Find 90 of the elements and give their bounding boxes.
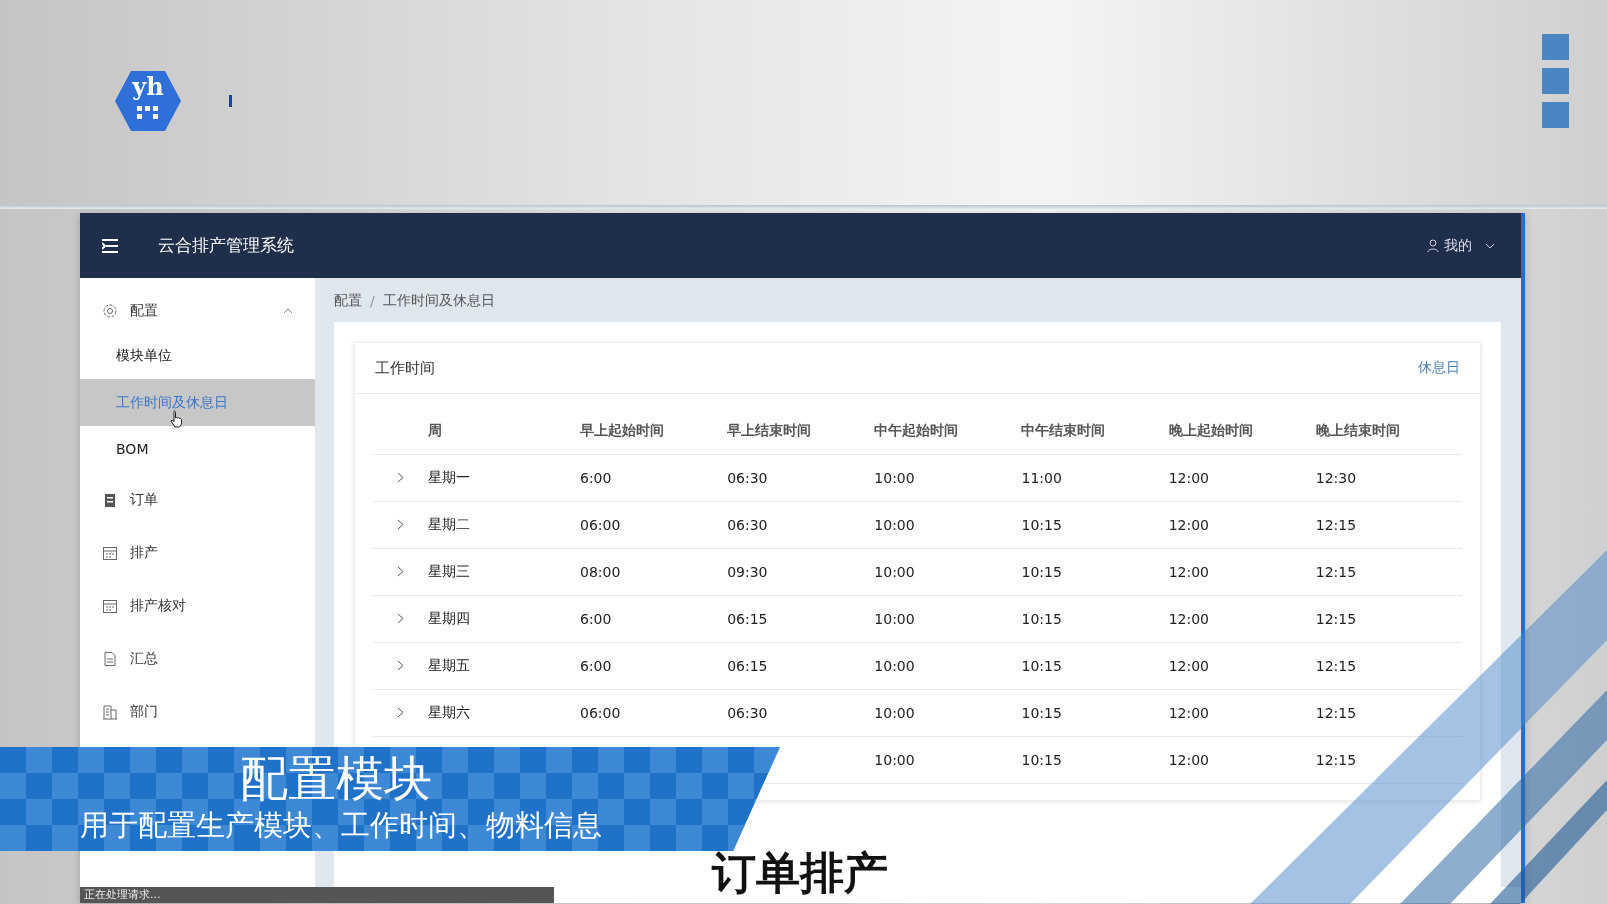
user-icon xyxy=(1427,239,1439,252)
table-cell: 星期五 xyxy=(427,642,579,690)
column-header: 晚上结束时间 xyxy=(1314,408,1462,455)
table-cell: 10:00 xyxy=(873,689,1021,737)
table-cell: 星期二 xyxy=(427,501,579,549)
menu-item[interactable]: 订单 xyxy=(80,473,315,526)
expand-icon[interactable] xyxy=(396,707,404,718)
table-cell: 星期六 xyxy=(427,689,579,737)
breadcrumb-separator: / xyxy=(370,293,375,309)
table-cell: 12:15 xyxy=(1314,501,1462,549)
table-cell: 10:00 xyxy=(873,595,1021,643)
column-header: 早上结束时间 xyxy=(726,408,874,455)
table-cell: 6:00 xyxy=(579,454,727,502)
column-header: 早上起始时间 xyxy=(579,408,727,455)
gear-icon xyxy=(102,303,118,319)
table-cell: 08:00 xyxy=(579,548,727,596)
menu-item[interactable]: 排产核对 xyxy=(80,579,315,632)
menu-item[interactable]: 部门 xyxy=(80,685,315,738)
text-cursor-icon xyxy=(229,95,232,107)
banner-title: 配置模块 xyxy=(240,749,432,807)
table-cell: 10:00 xyxy=(873,642,1021,690)
breadcrumb-link[interactable]: 配置 xyxy=(334,292,362,310)
menu-item[interactable]: 配置 xyxy=(80,290,315,332)
table-cell: 12:15 xyxy=(1314,689,1462,737)
expand-icon[interactable] xyxy=(396,519,404,530)
expand-icon[interactable] xyxy=(396,472,404,483)
user-menu[interactable]: 我的 xyxy=(1423,232,1499,259)
rest-day-link[interactable]: 休息日 xyxy=(1418,359,1460,377)
submenu-item[interactable]: BOM xyxy=(80,426,315,473)
table-cell: 12:15 xyxy=(1314,736,1462,784)
building-icon xyxy=(102,703,118,720)
calendar-icon xyxy=(102,544,118,561)
menu-icon[interactable] xyxy=(102,238,118,253)
column-header: 周 xyxy=(427,408,579,455)
table-cell: 10:00 xyxy=(873,736,1021,784)
logo-icon: yh xyxy=(115,70,181,132)
table-cell: 12:15 xyxy=(1314,642,1462,690)
table-cell: 10:15 xyxy=(1020,501,1168,549)
table-cell: 10:15 xyxy=(1020,548,1168,596)
table-cell: 6:00 xyxy=(579,642,727,690)
expand-icon[interactable] xyxy=(396,566,404,577)
table-cell: 12:00 xyxy=(1167,454,1315,502)
caret-icon xyxy=(1485,242,1495,249)
table-cell: 10:00 xyxy=(873,548,1021,596)
status-text: 正在处理请求... xyxy=(84,888,161,901)
table-cell: 10:15 xyxy=(1020,736,1168,784)
table-cell: 06:30 xyxy=(726,454,874,502)
table-cell: 06:00 xyxy=(579,689,727,737)
table-cell: 星期一 xyxy=(427,454,579,502)
table-cell: 星期四 xyxy=(427,595,579,643)
app-title: 云合排产管理系统 xyxy=(158,234,294,257)
table-cell: 06:30 xyxy=(726,689,874,737)
table-cell: 06:30 xyxy=(726,501,874,549)
table-cell: 10:00 xyxy=(873,454,1021,502)
table-cell: 06:00 xyxy=(579,501,727,549)
column-header: 中午起始时间 xyxy=(873,408,1021,455)
table-cell: 06:15 xyxy=(726,642,874,690)
card-title: 工作时间 xyxy=(375,358,435,378)
table-cell: 06:15 xyxy=(726,595,874,643)
table-cell: 12:00 xyxy=(1167,501,1315,549)
table-cell: 12:30 xyxy=(1314,454,1462,502)
menu-item[interactable]: 排产 xyxy=(80,526,315,579)
calendar-icon xyxy=(102,597,118,614)
submenu-item[interactable]: 模块单位 xyxy=(80,332,315,379)
menu-item[interactable]: 汇总 xyxy=(80,632,315,685)
expand-icon[interactable] xyxy=(396,613,404,624)
table-cell: 10:15 xyxy=(1020,642,1168,690)
table-cell: 6:00 xyxy=(579,595,727,643)
document-icon xyxy=(102,650,118,667)
table-cell: 12:15 xyxy=(1314,548,1462,596)
table-cell: 12:00 xyxy=(1167,736,1315,784)
table-cell: 10:00 xyxy=(873,501,1021,549)
expand-icon[interactable] xyxy=(396,660,404,671)
clipboard-icon xyxy=(102,491,118,508)
table-cell: 12:15 xyxy=(1314,595,1462,643)
hand-cursor-icon xyxy=(170,410,184,428)
table-cell: 12:00 xyxy=(1167,642,1315,690)
table-cell: 11:00 xyxy=(1020,454,1168,502)
table-cell: 09:30 xyxy=(726,548,874,596)
breadcrumb-link[interactable]: 工作时间及休息日 xyxy=(382,292,495,310)
subtitle-caption: 订单排产 xyxy=(712,846,888,900)
table-cell: 12:00 xyxy=(1167,548,1315,596)
table-cell: 12:00 xyxy=(1167,595,1315,643)
column-header: 中午结束时间 xyxy=(1020,408,1168,455)
table-cell: 10:15 xyxy=(1020,689,1168,737)
banner-subtitle: 用于配置生产模块、工作时间、物料信息 xyxy=(80,807,602,844)
table-cell: 星期三 xyxy=(427,548,579,596)
table-cell: 12:00 xyxy=(1167,689,1315,737)
table-cell: 10:15 xyxy=(1020,595,1168,643)
column-header: 晚上起始时间 xyxy=(1167,408,1315,455)
